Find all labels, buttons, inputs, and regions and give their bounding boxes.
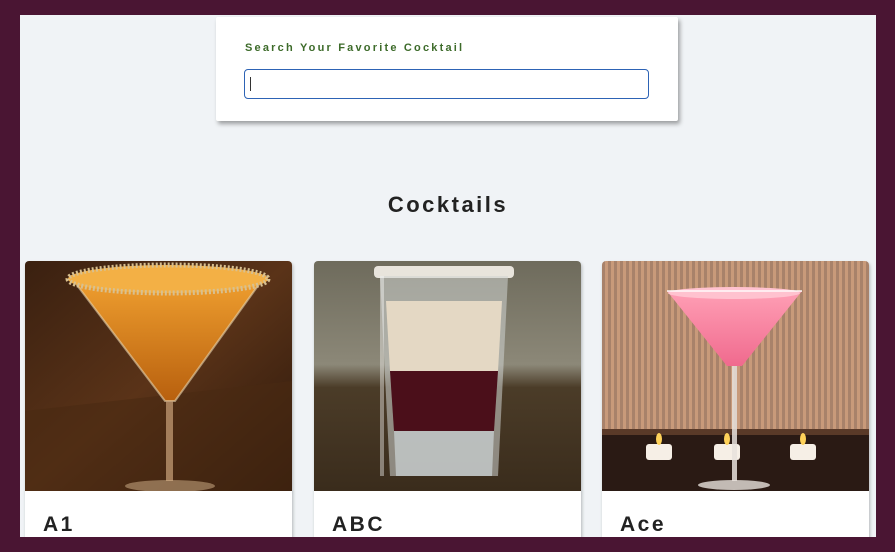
search-input[interactable] [244, 69, 649, 99]
search-form: Search Your Favorite Cocktail [216, 17, 678, 121]
cocktail-name-abc[interactable]: ABC [332, 513, 385, 537]
cocktail-name-ace[interactable]: Ace [620, 513, 666, 537]
cocktail-card-abc[interactable]: ABC [314, 261, 581, 537]
search-label: Search Your Favorite Cocktail [245, 42, 465, 54]
cocktail-card-ace[interactable]: Ace [602, 261, 869, 537]
text-caret [250, 77, 251, 91]
cocktail-card-a1[interactable]: A1 [25, 261, 292, 537]
cocktail-photo-ace[interactable] [602, 261, 869, 491]
cocktail-photo-a1[interactable] [25, 261, 292, 491]
page-viewport: Search Your Favorite Cocktail Cocktails [20, 15, 876, 537]
cocktail-photo-abc[interactable] [314, 261, 581, 491]
section-title: Cocktails [387, 192, 509, 217]
cocktail-name-a1[interactable]: A1 [43, 513, 75, 537]
